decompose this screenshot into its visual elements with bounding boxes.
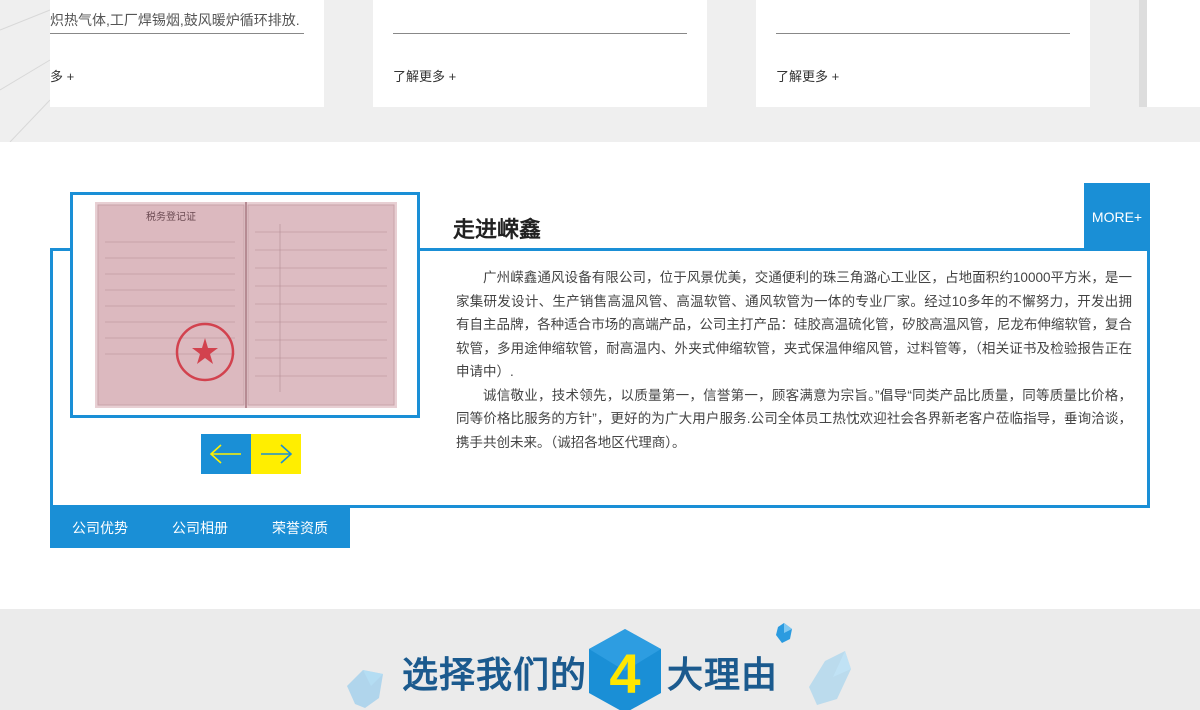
learn-more-link[interactable]: 多 + bbox=[50, 66, 74, 85]
reasons-heading-left: 选择我们的 bbox=[402, 654, 588, 695]
about-tabs: 公司优势 公司相册 荣誉资质 bbox=[50, 508, 350, 548]
about-paragraph: 广州嵘鑫通风设备有限公司，位于风景优美，交通便利的珠三角潞心工业区，占地面积约1… bbox=[456, 270, 1132, 379]
divider bbox=[50, 33, 304, 34]
prev-slide-button[interactable] bbox=[201, 434, 251, 474]
arrow-left-icon bbox=[209, 444, 241, 464]
certificate-title: 税务登记证 bbox=[146, 210, 196, 223]
about-description: 广州嵘鑫通风设备有限公司，位于风景优美，交通便利的珠三角潞心工业区，占地面积约1… bbox=[456, 266, 1132, 454]
tab-company-album[interactable]: 公司相册 bbox=[150, 508, 250, 548]
product-card: 炽热气体,工厂焊锡烟,鼓风暖炉循环排放. 多 + bbox=[50, 0, 324, 107]
crystal-decoration-icon bbox=[776, 623, 792, 643]
tab-honors-qualifications[interactable]: 荣誉资质 bbox=[250, 508, 350, 548]
crystal-decoration-icon bbox=[809, 651, 851, 705]
reasons-heading-right: 大理由 bbox=[667, 654, 779, 695]
product-strip: 炽热气体,工厂焊锡烟,鼓风暖炉循环排放. 多 + 了解更多 + 了解更多 + bbox=[0, 0, 1200, 142]
divider bbox=[776, 33, 1070, 34]
about-paragraph: 诚信敬业，技术领先，以质量第一，信誉第一，顾客满意为宗旨。”倡导“同类产品比质量… bbox=[456, 387, 1132, 450]
certificate-photo-frame: 税务登记证 bbox=[70, 192, 420, 418]
reasons-banner: 选择我们的 4 大理由 bbox=[0, 609, 1200, 710]
certificate-image: 税务登记证 bbox=[95, 202, 397, 408]
product-card: 了解更多 + bbox=[373, 0, 707, 107]
hexagon-number-badge: 4 bbox=[589, 629, 661, 710]
more-button[interactable]: MORE+ bbox=[1084, 183, 1150, 251]
next-slide-button[interactable] bbox=[251, 434, 301, 474]
product-description: 炽热气体,工厂焊锡烟,鼓风暖炉循环排放. bbox=[50, 12, 300, 28]
product-card bbox=[1139, 0, 1200, 107]
product-card: 了解更多 + bbox=[756, 0, 1090, 107]
slider-controls bbox=[201, 434, 301, 474]
arrow-right-icon bbox=[261, 444, 293, 464]
divider bbox=[393, 33, 687, 34]
learn-more-link[interactable]: 了解更多 + bbox=[393, 66, 456, 85]
crystal-decoration-icon bbox=[347, 670, 383, 708]
about-title: 走进嵘鑫 bbox=[453, 217, 542, 242]
reasons-number: 4 bbox=[609, 642, 640, 705]
tab-company-advantages[interactable]: 公司优势 bbox=[50, 508, 150, 548]
learn-more-link[interactable]: 了解更多 + bbox=[776, 66, 839, 85]
